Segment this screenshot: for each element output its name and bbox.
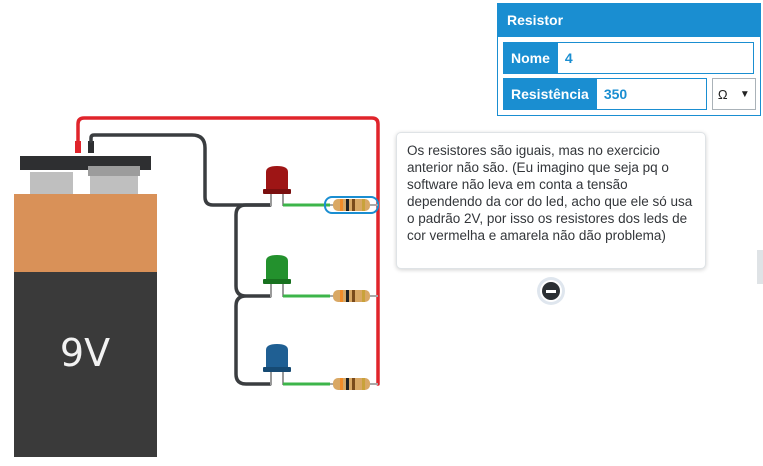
resistor-1-selected[interactable]	[324, 196, 379, 214]
resistance-input[interactable]: 350	[596, 78, 707, 110]
comment-collapse-icon[interactable]	[540, 280, 562, 302]
chevron-down-icon: ▼	[739, 88, 750, 100]
led-blue[interactable]	[263, 344, 291, 385]
resistor-inspector-panel: Resistor Nome 4 Resistência 350 Ω ▼	[497, 3, 761, 116]
name-row: Nome 4	[503, 42, 754, 74]
battery-positive-terminal[interactable]	[75, 141, 81, 153]
inspector-title: Resistor	[498, 4, 760, 37]
battery-negative-terminal[interactable]	[88, 141, 94, 153]
name-label: Nome	[503, 42, 558, 74]
led-red[interactable]	[263, 166, 291, 206]
unit-select[interactable]: Ω ▼	[711, 78, 756, 110]
led-green[interactable]	[263, 255, 291, 297]
battery-9v[interactable]: 9V	[14, 156, 157, 457]
resistor-2[interactable]	[330, 290, 378, 302]
side-panel-tab[interactable]	[757, 250, 763, 284]
resistance-label: Resistência	[503, 78, 597, 110]
comment-bubble[interactable]: Os resistores são iguais, mas no exercic…	[396, 132, 706, 269]
resistor-3[interactable]	[330, 378, 378, 390]
name-input[interactable]: 4	[557, 42, 754, 74]
comment-text: Os resistores são iguais, mas no exercic…	[407, 143, 693, 243]
unit-value: Ω	[717, 86, 728, 102]
wire-cathode-bus[interactable]	[234, 203, 272, 386]
resistance-row: Resistência 350 Ω ▼	[503, 78, 756, 110]
battery-label: 9V	[60, 331, 110, 375]
